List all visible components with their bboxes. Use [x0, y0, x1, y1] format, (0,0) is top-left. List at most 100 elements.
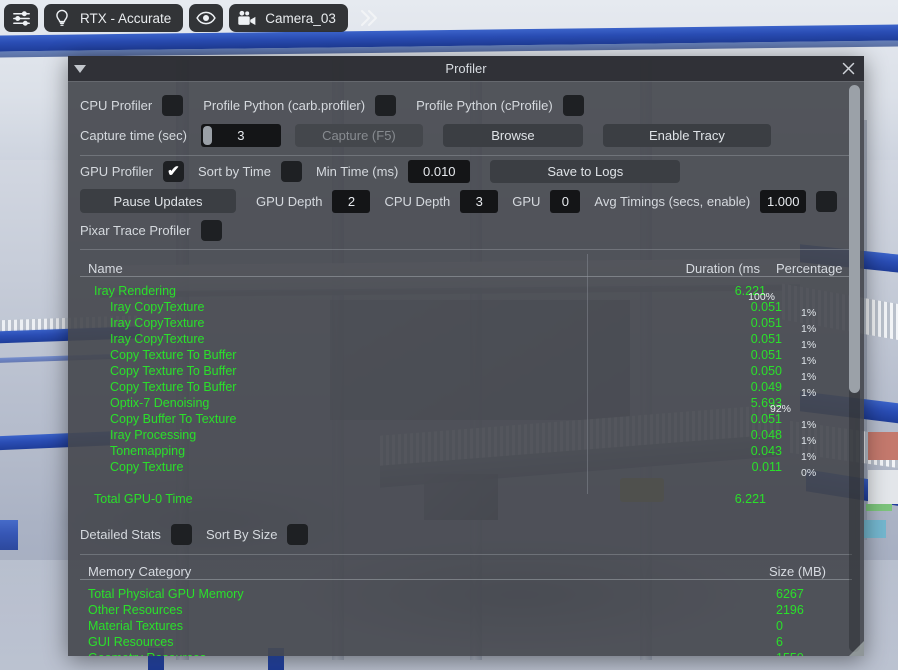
detailed-stats-label: Detailed Stats	[80, 526, 161, 542]
table-row[interactable]: Other Resources 2196	[80, 602, 852, 618]
collapse-button[interactable]	[68, 56, 92, 81]
scrollbar-thumb[interactable]	[849, 85, 860, 393]
profiler-body: CPU Profiler Profile Python (carb.profil…	[68, 81, 864, 656]
gpu-depth-input[interactable]: 2	[332, 189, 371, 213]
table-row[interactable]: Tonemapping0.0431%	[80, 443, 852, 463]
row-name: Iray CopyTexture	[110, 300, 205, 314]
memory-category-name: Other Resources	[88, 603, 183, 617]
row-duration: 6.221	[734, 284, 766, 298]
profile-python-cprofile-checkbox[interactable]	[562, 94, 584, 116]
column-header-size[interactable]: Size (MB)	[728, 564, 852, 579]
table-row[interactable]: Iray CopyTexture0.0511%	[80, 315, 852, 335]
toolbar-expand-chevron-icon[interactable]	[354, 7, 382, 29]
scene-gizmo-arrow-green	[866, 504, 892, 511]
gpu-index-value: 0	[561, 193, 570, 209]
enable-tracy-button[interactable]: Enable Tracy	[602, 123, 771, 147]
table-row[interactable]: Iray Rendering6.221100%	[80, 283, 852, 303]
row-duration: 0.051	[750, 332, 782, 346]
table-row[interactable]: Optix-7 Denoising5.69392%	[80, 395, 852, 415]
row-duration: 0.011	[751, 460, 782, 474]
table-row[interactable]: GUI Resources 6	[80, 634, 852, 650]
toolbar-settings-button[interactable]	[4, 4, 38, 32]
save-to-logs-button[interactable]: Save to Logs	[490, 159, 681, 183]
lightbulb-icon	[52, 8, 72, 28]
memory-table: Memory Category Size (MB) Total Physical…	[80, 559, 852, 656]
min-time-value: 0.010	[423, 163, 456, 179]
cpu-profiler-row: CPU Profiler Profile Python (carb.profil…	[80, 90, 852, 120]
cpu-profiler-checkbox[interactable]	[162, 94, 184, 116]
total-row-name: Total GPU-0 Time	[94, 492, 193, 506]
pause-updates-button[interactable]: Pause Updates	[80, 189, 236, 213]
profile-python-carb-checkbox[interactable]	[375, 94, 397, 116]
scene-package-cyan	[864, 520, 886, 538]
memory-category-name: Total Physical GPU Memory	[88, 587, 244, 601]
profiler-window: Profiler CPU Profiler Profile Python (ca…	[68, 56, 864, 656]
table-row[interactable]: Material Textures 0	[80, 618, 852, 634]
table-row[interactable]: Geometry Resources1559	[80, 650, 852, 656]
table-row[interactable]: Copy Texture0.0110%	[80, 459, 852, 479]
detailed-stats-checkbox[interactable]	[170, 523, 192, 545]
total-row-duration: 6.221	[734, 492, 766, 506]
capture-time-drag-handle[interactable]	[202, 125, 212, 145]
browse-button[interactable]: Browse	[442, 123, 583, 147]
table-row[interactable]: Iray CopyTexture0.0511%	[80, 331, 852, 351]
vertical-scrollbar[interactable]	[849, 85, 860, 652]
column-header-name[interactable]: Name	[80, 261, 585, 276]
close-icon	[842, 62, 854, 75]
table-row[interactable]: Copy Texture To Buffer0.0511%	[80, 347, 852, 367]
sliders-icon	[11, 8, 31, 28]
avg-timings-input[interactable]: 1.000	[760, 189, 807, 213]
pixar-trace-profiler-checkbox[interactable]	[200, 219, 222, 241]
resize-grip[interactable]	[849, 641, 864, 656]
table-row[interactable]: Total Physical GPU Memory 6267	[80, 586, 852, 602]
row-name: Tonemapping	[110, 444, 186, 458]
capture-row: Capture time (sec) 3 Capture (F5) Browse…	[80, 120, 852, 150]
min-time-input[interactable]: 0.010	[408, 159, 471, 183]
table-row[interactable]: Iray Processing0.0481%	[80, 427, 852, 447]
memory-size-value: 6	[776, 635, 783, 649]
row-duration: 0.043	[750, 444, 782, 458]
row-duration: 0.051	[750, 412, 782, 426]
window-title: Profiler	[445, 61, 487, 76]
sort-by-size-label: Sort By Size	[205, 526, 278, 542]
cpu-depth-label: CPU Depth	[384, 193, 451, 209]
row-duration: 0.049	[750, 380, 782, 394]
table-row[interactable]: Copy Buffer To Texture0.0511%	[80, 411, 852, 431]
capture-time-value: 3	[237, 127, 245, 143]
profile-python-carb-label: Profile Python (carb.profiler)	[203, 97, 366, 113]
memory-size-value: 1559	[728, 651, 852, 656]
toolbar-camera-button[interactable]: Camera_03	[229, 4, 348, 32]
table-row[interactable]: Copy Texture To Buffer0.0491%	[80, 379, 852, 399]
row-duration: 5.693	[750, 396, 782, 410]
profile-table-header-rule	[80, 276, 852, 277]
column-header-memory-category[interactable]: Memory Category	[80, 564, 728, 579]
divider-3	[80, 554, 852, 555]
cpu-profiler-label: CPU Profiler	[80, 97, 153, 113]
memory-size-value: 2196	[776, 603, 804, 617]
gpu-depth-label: GPU Depth	[256, 193, 323, 209]
table-row[interactable]: Copy Texture To Buffer0.0501%	[80, 363, 852, 383]
depth-row: Pause Updates GPU Depth 2 CPU Depth 3 GP…	[80, 186, 852, 216]
avg-timings-checkbox[interactable]	[816, 190, 838, 212]
gpu-index-input[interactable]: 0	[550, 189, 581, 213]
sort-by-time-checkbox[interactable]	[280, 160, 302, 182]
column-header-duration[interactable]: Duration (ms	[585, 261, 766, 276]
table-row[interactable]: Iray CopyTexture0.0511%	[80, 299, 852, 319]
profile-table: Name Duration (ms Percentage Iray Render…	[80, 254, 852, 507]
capture-time-label: Capture time (sec)	[80, 127, 187, 143]
profiler-title-bar[interactable]: Profiler	[68, 56, 864, 81]
row-duration: 0.051	[750, 316, 782, 330]
close-button[interactable]	[836, 56, 860, 81]
cpu-depth-input[interactable]: 3	[460, 189, 499, 213]
cpu-depth-value: 3	[475, 193, 483, 209]
gpu-depth-value: 2	[347, 193, 356, 209]
capture-button[interactable]: Capture (F5)	[294, 123, 423, 147]
toolbar-visibility-button[interactable]	[189, 4, 224, 32]
divider-2	[80, 249, 852, 250]
detailed-stats-row: Detailed Stats Sort By Size	[80, 519, 852, 549]
capture-time-input[interactable]: 3	[200, 123, 281, 147]
sort-by-size-checkbox[interactable]	[287, 523, 309, 545]
toolbar-render-mode-button[interactable]: RTX - Accurate	[44, 4, 184, 32]
gpu-profiler-checkbox[interactable]: ✔	[162, 160, 184, 182]
row-name: Copy Buffer To Texture	[110, 412, 237, 426]
